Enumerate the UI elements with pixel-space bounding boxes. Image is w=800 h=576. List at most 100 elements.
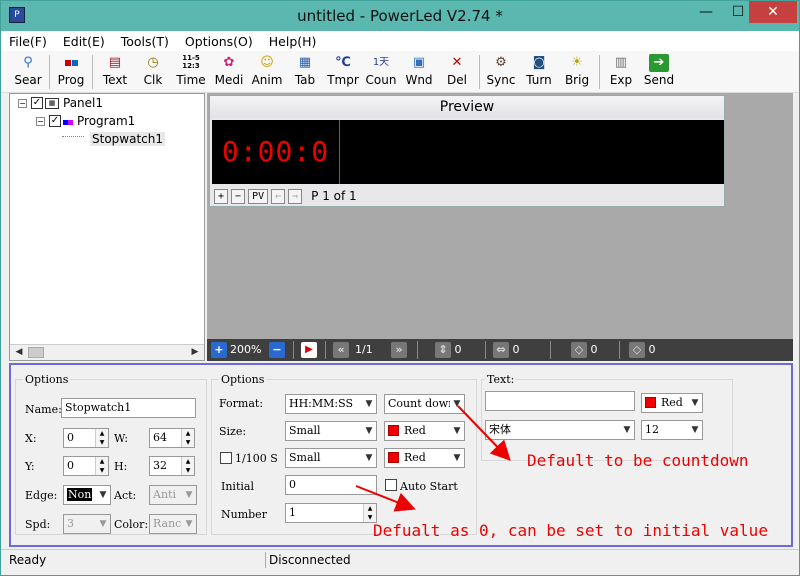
status-connection: Disconnected <box>269 553 351 567</box>
minimize-button[interactable]: — <box>691 1 721 23</box>
text-color-select[interactable]: Red ▼ <box>641 393 703 413</box>
auto-start-checkbox[interactable] <box>385 479 397 491</box>
led-display[interactable]: 0:00:0 <box>212 120 724 184</box>
export-icon: ▥ <box>614 55 628 70</box>
program-tree[interactable]: − ✓ ▦ Panel1 − ✓ Program1 Stopwatch1 ◀ ▶ <box>9 93 205 361</box>
menu-tools[interactable]: Tools(T) <box>121 34 169 49</box>
menu-options[interactable]: Options(O) <box>185 34 253 49</box>
tool-label: Anim <box>251 73 283 87</box>
canvas-toolbar-separator <box>293 341 294 359</box>
tool-sync-button[interactable]: ⚙ Sync <box>482 53 520 91</box>
tool-send-button[interactable]: ➔ Send <box>640 53 678 91</box>
menu-edit[interactable]: Edit(E) <box>63 34 105 49</box>
annotation-countdown: Default to be countdown <box>527 451 749 470</box>
preview-zoom-in-button[interactable]: + <box>214 188 229 204</box>
hundredths-checkbox[interactable] <box>220 452 232 464</box>
play-icon: ▶ <box>301 342 317 358</box>
y-spinner[interactable]: ▲ ▼ <box>95 457 108 475</box>
zoom-in-button[interactable]: + <box>211 342 227 358</box>
collapse-icon[interactable]: − <box>18 98 27 108</box>
number-spinner[interactable]: ▲ ▼ <box>363 504 376 522</box>
tool-time-button[interactable]: 11-5 12:3 Time <box>172 53 210 91</box>
preview-zoom-out-button[interactable]: − <box>231 188 246 204</box>
horizontal-position-control[interactable]: ◇ 0 <box>629 342 656 358</box>
preview-page-indicator: P 1 of 1 <box>311 189 357 203</box>
temperature-icon: ℃ <box>335 55 351 70</box>
preview-next-button[interactable]: ⇒ <box>288 188 303 204</box>
hundredths-size-select[interactable]: Small ▼ <box>285 448 377 468</box>
h-spinner[interactable]: ▲ ▼ <box>181 457 194 475</box>
panel-checkbox[interactable]: ✓ <box>31 97 43 109</box>
next-page-button[interactable]: » <box>391 342 407 358</box>
hundredths-color-value: Red <box>404 451 426 464</box>
count-mode-select[interactable]: Count dowr ▼ <box>384 394 465 414</box>
app-logo-icon[interactable]: P <box>9 7 25 23</box>
tree-node-program[interactable]: − ✓ Program1 <box>36 114 135 128</box>
zoom-level: 200% <box>230 343 262 356</box>
x-input[interactable]: 0 ▲ ▼ <box>63 428 109 448</box>
zoom-out-button[interactable]: − <box>269 342 285 358</box>
stopwatch-led-readout[interactable]: 0:00:0 <box>212 120 340 184</box>
speed-select[interactable]: 3 ▼ <box>63 514 111 534</box>
count-mode-value: Count dowr <box>388 397 454 410</box>
x-spinner[interactable]: ▲ ▼ <box>95 429 108 447</box>
tool-animation-button[interactable]: ☺ Anim <box>248 53 286 91</box>
menu-help[interactable]: Help(H) <box>269 34 317 49</box>
tool-label: Clk <box>143 73 163 87</box>
font-select[interactable]: 宋体 ▼ <box>485 420 635 440</box>
tool-delete-button[interactable]: ✕ Del <box>438 53 476 91</box>
tree-node-stopwatch[interactable]: Stopwatch1 <box>62 132 165 146</box>
tool-clock-button[interactable]: ◷ Clk <box>134 53 172 91</box>
color-select[interactable]: Ranc ▼ <box>149 514 197 534</box>
vertical-size-control[interactable]: ⇕ 0 <box>435 342 462 358</box>
size-color-select[interactable]: Red ▼ <box>384 421 465 441</box>
number-input[interactable]: 1 ▲ ▼ <box>285 503 377 523</box>
scroll-right-icon[interactable]: ▶ <box>188 346 202 359</box>
tool-text-button[interactable]: ▤ Text <box>96 53 134 91</box>
horizontal-size-control[interactable]: ⇔ 0 <box>493 342 520 358</box>
tree-horizontal-scrollbar[interactable]: ◀ ▶ <box>10 344 204 360</box>
scroll-thumb[interactable] <box>28 347 44 358</box>
name-input[interactable]: Stopwatch1 <box>61 398 196 418</box>
status-ready: Ready <box>9 553 47 567</box>
preview-prev-button[interactable]: ⇐ <box>271 188 286 204</box>
play-button[interactable]: ▶ <box>301 342 317 358</box>
text-input[interactable] <box>485 391 635 411</box>
program-checkbox[interactable]: ✓ <box>49 115 61 127</box>
turn-icon: ◙ <box>532 55 546 70</box>
act-select[interactable]: Anti ▼ <box>149 485 197 505</box>
size-select[interactable]: Small ▼ <box>285 421 377 441</box>
vertical-position-control[interactable]: ◇ 0 <box>571 342 598 358</box>
double-chevron-right-icon: » <box>391 342 407 358</box>
tool-turn-button[interactable]: ◙ Turn <box>520 53 558 91</box>
tool-table-button[interactable]: ▦ Tab <box>286 53 324 91</box>
tool-counter-button[interactable]: 1天 Coun <box>362 53 400 91</box>
font-size-select[interactable]: 12 ▼ <box>641 420 703 440</box>
close-button[interactable]: ✕ <box>749 1 797 23</box>
tool-export-button[interactable]: ▥ Exp <box>602 53 640 91</box>
prev-page-button[interactable]: « <box>333 342 349 358</box>
collapse-icon[interactable]: − <box>36 116 45 126</box>
w-input[interactable]: 64 ▲ ▼ <box>149 428 195 448</box>
tool-temperature-button[interactable]: ℃ Tmpr <box>324 53 362 91</box>
tool-window-button[interactable]: ▣ Wnd <box>400 53 438 91</box>
hundredths-color-select[interactable]: Red ▼ <box>384 448 465 468</box>
name-label: Name: <box>25 403 62 416</box>
tool-program-button[interactable]: Prog <box>52 53 90 91</box>
y-input[interactable]: 0 ▲ ▼ <box>63 456 109 476</box>
w-spinner[interactable]: ▲ ▼ <box>181 429 194 447</box>
h-input[interactable]: 32 ▲ ▼ <box>149 456 195 476</box>
tool-label: Text <box>102 73 128 87</box>
tool-media-button[interactable]: ✿ Medi <box>210 53 248 91</box>
tool-search-button[interactable]: ⚲ Sear <box>9 53 47 91</box>
format-select[interactable]: HH:MM:SS ▼ <box>285 394 377 414</box>
scroll-left-icon[interactable]: ◀ <box>12 346 26 359</box>
chevron-down-icon: ▼ <box>182 515 196 533</box>
toolbar-separator <box>92 55 93 89</box>
preview-pv-button[interactable]: PV <box>248 188 269 204</box>
tree-node-panel[interactable]: − ✓ ▦ Panel1 <box>18 96 103 110</box>
tool-brightness-button[interactable]: ☀ Brig <box>558 53 596 91</box>
initial-input[interactable]: 0 <box>285 475 377 495</box>
menu-file[interactable]: File(F) <box>9 34 47 49</box>
edge-select[interactable]: Non ▼ <box>63 485 111 505</box>
